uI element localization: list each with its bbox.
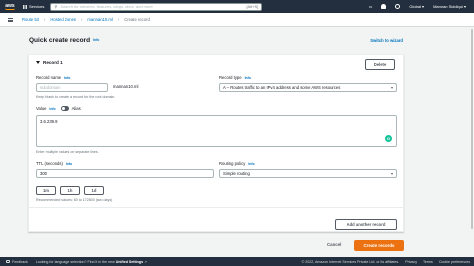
alias-label: Alias bbox=[71, 106, 81, 111]
feedback-icon bbox=[6, 260, 10, 263]
search-shortcut: [Alt+S] bbox=[246, 4, 259, 9]
search-icon: ⚲ bbox=[54, 4, 58, 9]
ttl-label: TTL (seconds) bbox=[36, 161, 63, 166]
grammarly-icon[interactable]: G bbox=[385, 135, 392, 142]
record-panel: Record 1 Delete Record name Info subdoma… bbox=[28, 54, 405, 232]
ttl-input[interactable]: 300 bbox=[36, 169, 214, 178]
record-name-input[interactable]: subdomain bbox=[36, 83, 108, 92]
aws-logo[interactable]: aws bbox=[3, 2, 17, 12]
cancel-button[interactable]: Cancel bbox=[327, 242, 341, 247]
value-info-link[interactable]: Info bbox=[49, 107, 55, 111]
ttl-1m-button[interactable]: 1m bbox=[36, 186, 56, 195]
search-input[interactable]: ⚲ Search for services, features, blogs, … bbox=[50, 2, 263, 11]
record-type-info-link[interactable]: Info bbox=[245, 76, 251, 80]
top-navigation: aws Services ⚲ Search for services, feat… bbox=[0, 0, 474, 13]
page-title: Quick create record bbox=[29, 36, 91, 44]
record-type-label: Record type bbox=[219, 75, 242, 80]
chevron-right-icon: › bbox=[117, 17, 120, 22]
value-label: Value bbox=[36, 106, 47, 111]
gear-icon[interactable] bbox=[395, 4, 401, 9]
ttl-info-link[interactable]: Info bbox=[66, 162, 72, 166]
record-name-label: Record name bbox=[36, 75, 62, 80]
chevron-right-icon: › bbox=[44, 17, 46, 22]
caret-down-icon bbox=[36, 61, 40, 64]
switch-to-wizard-link[interactable]: Switch to wizard bbox=[370, 38, 403, 43]
record-type-value: A – Routes traffic to an IPv4 address an… bbox=[223, 85, 341, 90]
privacy-link[interactable]: Privacy bbox=[405, 260, 417, 264]
scrollbar-thumb[interactable] bbox=[471, 29, 473, 229]
breadcrumb: Route 53 › Hosted zones › mannan10.ml › … bbox=[0, 13, 474, 27]
breadcrumb-current: Create record bbox=[124, 17, 150, 22]
record-type-select[interactable]: A – Routes traffic to an IPv4 address an… bbox=[219, 83, 397, 92]
ttl-1d-button[interactable]: 1d bbox=[84, 186, 104, 195]
ttl-1h-button[interactable]: 1h bbox=[60, 186, 80, 195]
value-textarea[interactable]: 3.6.239.9 G bbox=[36, 115, 397, 147]
divider bbox=[29, 207, 405, 208]
region-label: Global bbox=[409, 4, 421, 9]
alias-toggle[interactable] bbox=[60, 106, 69, 111]
routing-policy-select[interactable]: Simple routing bbox=[219, 169, 397, 178]
copyright: © 2022, Amazon Internet Services Private… bbox=[301, 259, 400, 264]
aws-smile-icon bbox=[5, 8, 15, 10]
menu-icon[interactable] bbox=[8, 17, 13, 22]
cloudshell-icon[interactable]: ▭ bbox=[369, 4, 373, 9]
terms-link[interactable]: Terms bbox=[423, 260, 433, 264]
value-hint: Enter multiple values on separate lines. bbox=[36, 150, 99, 154]
breadcrumb-hosted-zones[interactable]: Hosted zones bbox=[50, 17, 76, 22]
ttl-value: 300 bbox=[40, 171, 47, 176]
title-info-link[interactable]: Info bbox=[93, 38, 99, 42]
record-name-placeholder: subdomain bbox=[40, 85, 61, 90]
record-heading[interactable]: Record 1 bbox=[36, 60, 63, 65]
region-selector[interactable]: Global ▾ bbox=[409, 4, 424, 9]
console-footer: Feedback Looking for language selection?… bbox=[0, 257, 474, 266]
external-link-icon: ↗ bbox=[144, 259, 148, 264]
record-heading-label: Record 1 bbox=[43, 60, 63, 65]
language-notice-text: Looking for language selection? Find it … bbox=[35, 259, 115, 264]
language-notice: Looking for language selection? Find it … bbox=[36, 260, 147, 264]
record-name-hint: Keep blank to create a record for the ro… bbox=[36, 95, 116, 99]
services-label: Services bbox=[29, 4, 45, 9]
routing-policy-label: Routing policy bbox=[219, 161, 246, 166]
delete-button[interactable]: Delete bbox=[365, 59, 395, 70]
routing-policy-value: Simple routing bbox=[223, 171, 250, 176]
services-menu-button[interactable]: Services bbox=[23, 4, 44, 9]
feedback-label: Feedback bbox=[12, 259, 28, 264]
unified-settings-link[interactable]: Unified Settings bbox=[116, 260, 143, 264]
breadcrumb-route53[interactable]: Route 53 bbox=[22, 17, 39, 22]
scrollbar[interactable] bbox=[470, 27, 474, 257]
cookie-preferences-link[interactable]: Cookie preferences bbox=[439, 260, 470, 264]
search-placeholder: Search for services, features, blogs, do… bbox=[60, 4, 153, 9]
bell-icon[interactable] bbox=[381, 4, 387, 9]
create-records-button[interactable]: Create records bbox=[354, 240, 404, 251]
account-menu[interactable]: Mannan Siddiqui ▾ bbox=[433, 4, 466, 9]
value-text: 3.6.239.9 bbox=[40, 119, 58, 124]
user-name: Mannan Siddiqui bbox=[433, 4, 463, 9]
ttl-hint: Recommended values: 60 to 172800 (two da… bbox=[36, 198, 113, 202]
record-name-info-link[interactable]: Info bbox=[64, 76, 70, 80]
record-name-suffix: mannan10.ml bbox=[113, 84, 139, 89]
feedback-button[interactable]: Feedback bbox=[6, 260, 28, 264]
grid-icon bbox=[23, 4, 27, 9]
add-another-record-button[interactable]: Add another record bbox=[335, 219, 397, 230]
breadcrumb-zone[interactable]: mannan10.ml bbox=[87, 17, 112, 22]
chevron-right-icon: › bbox=[81, 17, 83, 22]
routing-policy-info-link[interactable]: Info bbox=[248, 162, 254, 166]
